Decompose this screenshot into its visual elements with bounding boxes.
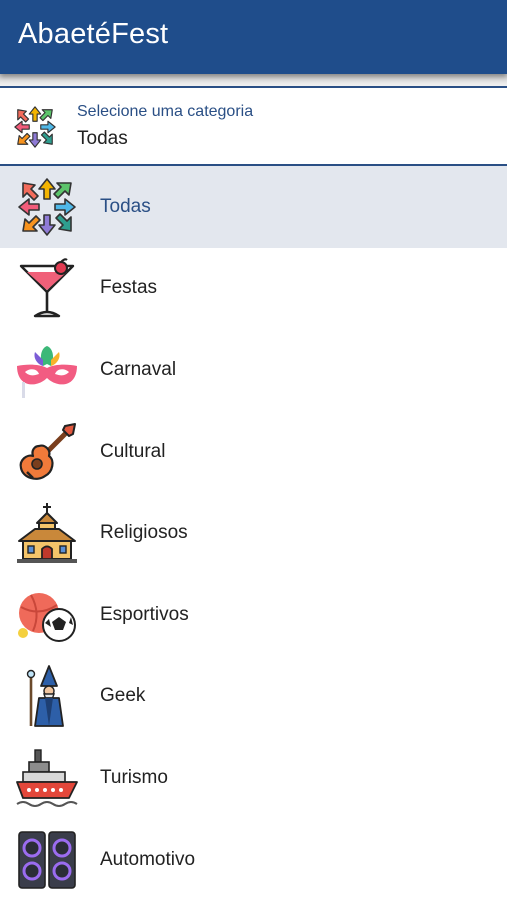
category-label: Cultural: [100, 440, 166, 462]
app-bar: AbaetéFest: [0, 0, 507, 74]
category-label: Turismo: [100, 766, 168, 788]
selector-value: Todas: [77, 128, 128, 149]
wizard-icon: [15, 664, 79, 728]
category-item-carnaval[interactable]: Carnaval: [0, 329, 507, 411]
category-label: Todas: [100, 195, 151, 217]
app-title: AbaetéFest: [18, 18, 169, 50]
category-label: Esportivos: [100, 603, 189, 625]
carnival-mask-icon: [15, 338, 79, 402]
app-bar-shadow: [0, 74, 507, 86]
category-item-festas[interactable]: Festas: [0, 247, 507, 330]
category-label: Festas: [100, 277, 158, 299]
category-item-cultural[interactable]: Cultural: [0, 410, 507, 493]
category-label: Religiosos: [100, 522, 188, 544]
category-item-religiosos[interactable]: Religiosos: [0, 492, 507, 574]
speakers-icon: [15, 828, 79, 892]
all-directions-arrows-icon: [15, 175, 79, 239]
all-directions-arrows-icon: [12, 104, 58, 150]
cocktail-glass-icon: [15, 256, 79, 320]
category-label: Geek: [100, 685, 146, 707]
category-label: Carnaval: [100, 358, 177, 380]
guitar-icon: [15, 420, 79, 484]
category-item-turismo[interactable]: Turismo: [0, 737, 507, 819]
category-item-automotivo[interactable]: Automotivo: [0, 818, 507, 900]
category-selector[interactable]: Selecione uma categoria Todas: [0, 86, 507, 166]
ship-icon: [15, 746, 79, 810]
category-item-geek[interactable]: Geek: [0, 655, 507, 738]
category-label: Automotivo: [100, 848, 196, 870]
category-list: Todas Festas Carnaval Cultural Religioso…: [0, 166, 507, 900]
church-icon: [15, 501, 79, 565]
category-item-esportivos[interactable]: Esportivos: [0, 573, 507, 656]
selector-hint: Selecione uma categoria: [77, 103, 254, 120]
category-item-todas[interactable]: Todas: [0, 166, 507, 248]
sports-balls-icon: [15, 583, 79, 647]
